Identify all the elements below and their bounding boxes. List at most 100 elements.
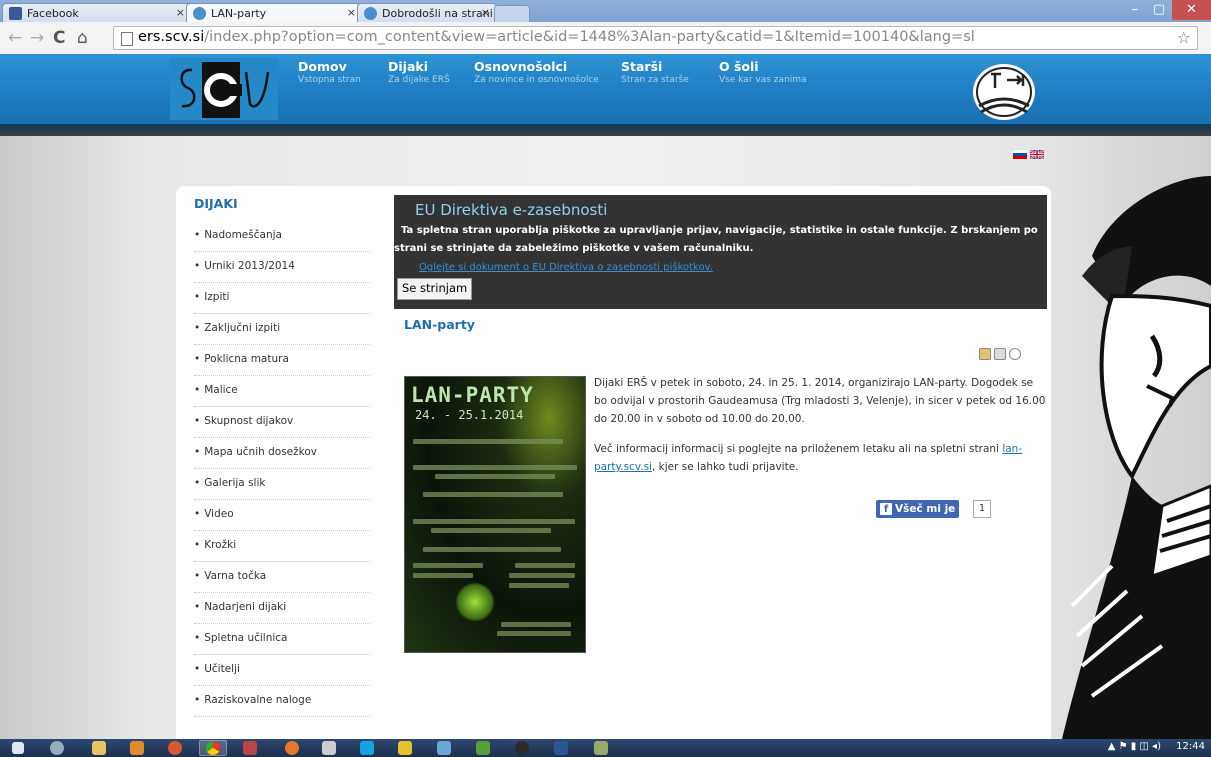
sidebar-item-malice[interactable]: • Malice xyxy=(194,377,370,407)
sidebar-item-label: Malice xyxy=(204,384,238,396)
nav-item-osnovnosolci[interactable]: Osnovnošolci Za novince in osnovnošolce xyxy=(474,59,599,85)
nav-subtitle: Vstopna stran xyxy=(298,75,361,85)
app-icon[interactable] xyxy=(285,741,299,755)
close-tab-icon[interactable]: × xyxy=(176,6,185,19)
cookie-policy-link[interactable]: Oglejte si dokument o EU Direktiva o zas… xyxy=(419,262,713,273)
bullet: • xyxy=(194,508,201,520)
header-shadow xyxy=(0,124,1211,136)
nav-title: O šoli xyxy=(719,59,759,74)
edit-icon[interactable] xyxy=(979,348,991,360)
app-icon[interactable] xyxy=(476,741,490,755)
sidebar-item-ucitelji[interactable]: • Učitelji xyxy=(194,656,370,686)
poster-text-line xyxy=(423,547,561,552)
poster-text-line xyxy=(515,563,575,568)
article-actions xyxy=(976,345,1021,364)
sidebar-item-spletna-ucilnica[interactable]: • Spletna učilnica xyxy=(194,625,370,655)
clock[interactable]: 12:44 xyxy=(1176,741,1205,752)
app-icon[interactable] xyxy=(243,741,257,755)
sidebar-item-label: Urniki 2013/2014 xyxy=(204,260,295,272)
close-tab-icon[interactable]: × xyxy=(481,6,490,19)
home-icon[interactable]: ⌂ xyxy=(77,28,88,48)
new-tab-button[interactable] xyxy=(494,5,530,22)
sidebar-item-video[interactable]: • Video xyxy=(194,501,370,531)
nav-item-domov[interactable]: Domov Vstopna stran xyxy=(298,59,361,85)
bullet: • xyxy=(194,446,201,458)
sidebar-item-poklicna-matura[interactable]: • Poklicna matura xyxy=(194,346,370,376)
minimize-icon[interactable]: – xyxy=(1124,0,1146,20)
sidebar-item-galerija-slik[interactable]: • Galerija slik xyxy=(194,470,370,500)
app-icon[interactable] xyxy=(515,741,529,755)
sidebar-item-zakljucni-izpiti[interactable]: • Zaključni izpiti xyxy=(194,315,370,345)
browser-tab-bar: Facebook × LAN-party × Dobrodošli na str… xyxy=(0,0,1211,23)
nav-item-dijaki[interactable]: Dijaki Za dijake ERŠ xyxy=(388,59,450,85)
bullet: • xyxy=(194,260,201,272)
bullet: • xyxy=(194,632,201,644)
tab-facebook[interactable]: Facebook × xyxy=(2,3,192,22)
bookmark-star-icon[interactable]: ☆ xyxy=(1177,28,1191,47)
facebook-like-button[interactable]: f Všeč mi je xyxy=(876,500,960,518)
reload-icon[interactable]: C xyxy=(53,28,65,48)
facebook-icon: f xyxy=(880,503,892,515)
english-flag-icon[interactable] xyxy=(1030,150,1044,159)
sidebar-item-varna-tocka[interactable]: • Varna točka xyxy=(194,563,370,593)
forward-icon[interactable]: → xyxy=(30,28,44,48)
poster-text-line xyxy=(509,573,575,578)
close-window-icon[interactable]: ✕ xyxy=(1172,0,1211,20)
back-icon[interactable]: ← xyxy=(8,28,22,48)
app-icon[interactable] xyxy=(437,741,451,755)
app-icon[interactable] xyxy=(594,741,608,755)
close-tab-icon[interactable]: × xyxy=(347,6,356,19)
sidebar-item-urniki[interactable]: • Urniki 2013/2014 xyxy=(194,253,370,283)
like-count: 1 xyxy=(973,500,992,518)
address-toolbar: ← → C ⌂ ers.scv.si/index.php?option=com_… xyxy=(0,22,1211,55)
restore-icon[interactable]: ▢ xyxy=(1148,0,1170,20)
tab-lan-party[interactable]: LAN-party × xyxy=(186,3,363,23)
poster-text-line xyxy=(413,563,483,568)
nav-subtitle: Za novince in osnovnošolce xyxy=(474,75,599,85)
tray-icons[interactable]: ▲ ⚑ ▮ ◫ ◂) xyxy=(1108,741,1161,752)
skype-icon[interactable] xyxy=(360,741,374,755)
bullet: • xyxy=(194,229,201,241)
bullet: • xyxy=(194,601,201,613)
sidebar-title: DIJAKI xyxy=(194,196,238,211)
bullet: • xyxy=(194,384,201,396)
nav-item-o-soli[interactable]: O šoli Vse kar vas zanima xyxy=(719,59,807,85)
firefox-icon[interactable] xyxy=(168,741,182,755)
nav-title: Domov xyxy=(298,59,347,74)
sidebar-item-nadarjeni-dijaki[interactable]: • Nadarjeni dijaki xyxy=(194,594,370,624)
chrome-icon[interactable] xyxy=(206,741,220,755)
slovenian-flag-icon[interactable] xyxy=(1013,150,1027,159)
school-emblem-icon xyxy=(973,64,1035,120)
app-icon[interactable] xyxy=(398,741,412,755)
bullet: • xyxy=(194,539,201,551)
agree-button[interactable]: Se strinjam xyxy=(397,278,473,300)
scv-logo[interactable] xyxy=(170,58,278,120)
app-icon[interactable] xyxy=(322,741,336,755)
tab-dobrodosli[interactable]: Dobrodošli na strani Elekt × xyxy=(357,3,497,22)
word-icon[interactable] xyxy=(554,741,568,755)
sidebar-item-raziskovalne-naloge[interactable]: • Raziskovalne naloge xyxy=(194,687,370,717)
sidebar-item-nadomescanja[interactable]: • Nadomeščanja xyxy=(194,222,370,252)
folder-icon[interactable] xyxy=(92,741,106,755)
sidebar-item-mapa-ucnih-dosezkov[interactable]: • Mapa učnih dosežkov xyxy=(194,439,370,469)
print-icon[interactable] xyxy=(994,348,1006,360)
nav-item-starsi[interactable]: Starši Stran za starše xyxy=(621,59,689,85)
article-body: Dijaki ERŠ v petek in soboto, 24. in 25.… xyxy=(594,374,1046,488)
media-icon[interactable] xyxy=(50,741,64,755)
url-path: /index.php?option=com_content&view=artic… xyxy=(204,29,975,45)
sidebar-item-label: Krožki xyxy=(204,539,237,551)
player-icon[interactable] xyxy=(130,741,144,755)
bullet: • xyxy=(194,415,201,427)
site-favicon-icon xyxy=(193,7,206,20)
bullet: • xyxy=(194,570,201,582)
start-icon[interactable] xyxy=(12,742,24,754)
facebook-icon xyxy=(9,7,22,20)
lan-party-poster[interactable]: LAN-PARTY 24. - 25.1.2014 xyxy=(404,376,586,653)
sidebar-item-izpiti[interactable]: • Izpiti xyxy=(194,284,370,314)
language-switcher xyxy=(1013,150,1047,169)
bullet: • xyxy=(194,291,201,303)
sidebar-item-skupnost-dijakov[interactable]: • Skupnost dijakov xyxy=(194,408,370,438)
url-input[interactable]: ers.scv.si/index.php?option=com_content&… xyxy=(113,26,1198,50)
email-icon[interactable] xyxy=(1009,348,1021,360)
sidebar-item-krozki[interactable]: • Krožki xyxy=(194,532,370,562)
